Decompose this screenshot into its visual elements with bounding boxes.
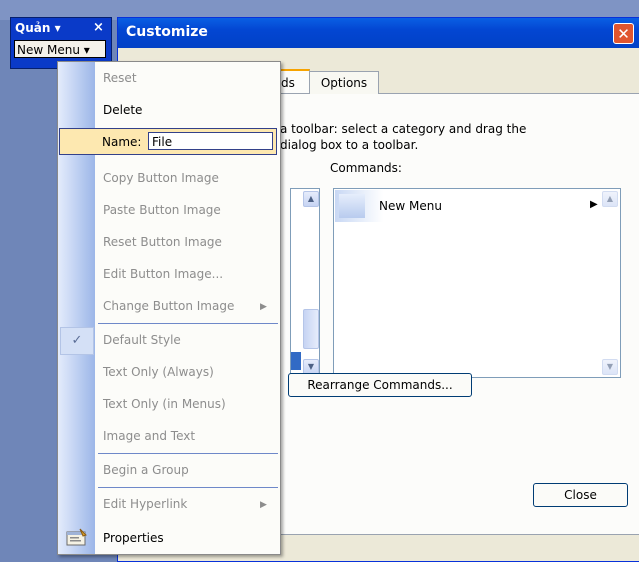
submenu-arrow-icon: ▶ [260,500,267,510]
toolbar-title[interactable]: Quản ▾ [15,21,61,35]
menu-item-delete[interactable]: Delete [103,103,142,117]
menu-item-name[interactable]: Name: File [59,128,277,155]
command-item-icon [339,194,365,218]
commands-list[interactable]: New Menu ▶ ▲ ▼ [333,188,621,378]
command-item-label: New Menu [379,199,442,213]
submenu-arrow-icon: ▶ [590,199,598,210]
menu-item-edit-button-image[interactable]: Edit Button Image... [103,267,223,281]
menu-item-text-only-always[interactable]: Text Only (Always) [103,365,214,379]
menu-separator [98,323,278,324]
dialog-titlebar[interactable]: Customize ✕ [118,18,639,48]
menu-item-begin-a-group[interactable]: Begin a Group [103,463,189,477]
menu-separator [98,453,278,454]
scroll-up-icon[interactable]: ▲ [303,191,319,207]
menu-item-reset[interactable]: Reset [103,71,137,85]
menu-item-properties[interactable]: Properties [103,531,164,545]
command-item-new-menu[interactable]: New Menu ▶ [335,190,603,222]
submenu-arrow-icon: ▶ [260,302,267,312]
commands-label: Commands: [330,161,402,175]
menu-separator [98,487,278,488]
checkmark-icon: ✓ [60,327,94,355]
close-button[interactable]: Close [533,483,628,507]
menu-item-text-only-in-menus[interactable]: Text Only (in Menus) [103,397,226,411]
categories-list[interactable]: ▲ ▼ [290,188,320,378]
rearrange-commands-button[interactable]: Rearrange Commands... [288,373,472,397]
dialog-close-icon[interactable]: ✕ [613,23,634,44]
menu-item-reset-button-image[interactable]: Reset Button Image [103,235,222,249]
menu-item-image-and-text[interactable]: Image and Text [103,429,195,443]
instructions-text: a toolbar: select a category and drag th… [280,121,580,153]
menu-item-change-button-image[interactable]: Change Button Image [103,299,234,313]
dialog-title: Customize [126,24,208,40]
tab-options[interactable]: Options [309,71,379,94]
instructions-line-2: dialog box to a toolbar. [280,138,419,152]
instructions-line-1: a toolbar: select a category and drag th… [280,122,527,136]
scroll-down-icon[interactable]: ▼ [602,359,618,375]
toolbar-close-icon[interactable]: × [93,20,104,35]
scrollbar-thumb[interactable] [303,309,319,349]
properties-icon [66,528,87,546]
name-input[interactable]: File [148,132,273,150]
context-menu: Reset Delete Name: File Copy Button Imag… [57,61,281,555]
scroll-up-icon[interactable]: ▲ [602,191,618,207]
menu-item-paste-button-image[interactable]: Paste Button Image [103,203,221,217]
menu-item-copy-button-image[interactable]: Copy Button Image [103,171,219,185]
name-label: Name: [102,135,142,149]
menu-item-default-style[interactable]: Default Style [103,333,181,347]
selected-category-highlight [291,352,301,370]
toolbar-new-menu-button[interactable]: New Menu ▾ [14,40,106,58]
menu-item-edit-hyperlink[interactable]: Edit Hyperlink [103,497,187,511]
